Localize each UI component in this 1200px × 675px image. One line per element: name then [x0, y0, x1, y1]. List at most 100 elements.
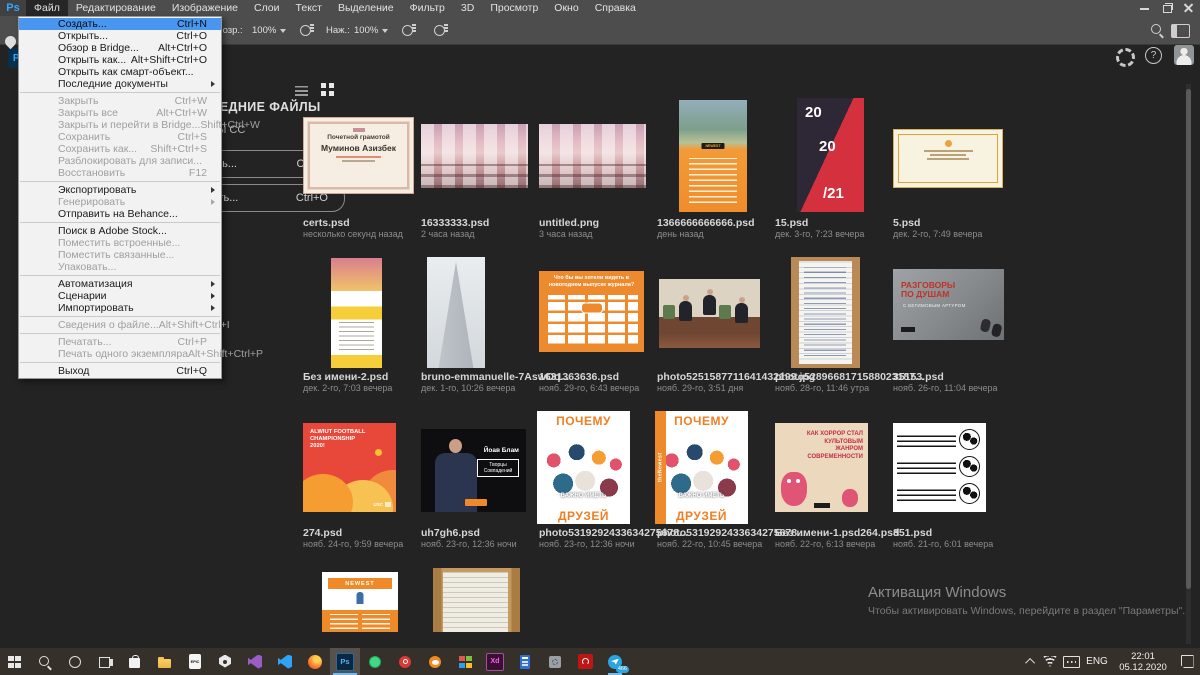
blender-icon[interactable]: [420, 648, 450, 675]
file-thumbnail[interactable]: [893, 423, 986, 512]
menu-item[interactable]: Открыть... Ctrl+O: [19, 30, 221, 42]
file-thumbnail[interactable]: ALWIUT FOOTBALL CHAMPIONSHIP 2020! USC: [303, 423, 396, 512]
menu-item[interactable]: Отправить на Behance...: [19, 208, 221, 220]
task-view-icon[interactable]: [90, 648, 120, 675]
menu-item[interactable]: Создать... Ctrl+N: [19, 18, 221, 30]
adobe-xd-icon[interactable]: Xd: [480, 648, 510, 675]
airbrush-icon[interactable]: [298, 22, 314, 38]
calculator-icon[interactable]: [510, 648, 540, 675]
file-thumbnail[interactable]: [421, 124, 528, 188]
menubar-item[interactable]: Файл: [26, 0, 68, 16]
file-name[interactable]: 35153.psd: [893, 371, 944, 383]
tiles-app-icon[interactable]: [450, 648, 480, 675]
file-thumbnail[interactable]: ПОЧЕМУ ВАЖНО ИМЕТЬ ДРУЗЕЙ theNewest: [655, 411, 748, 524]
scrollbar-thumb[interactable]: [1186, 89, 1191, 589]
file-thumbnail[interactable]: Что бы вы хотели видеть в новогоднем вып…: [539, 271, 644, 352]
firefox-icon[interactable]: [300, 648, 330, 675]
epic-games-icon[interactable]: EPIC: [180, 648, 210, 675]
avatar[interactable]: [1174, 45, 1194, 65]
file-name[interactable]: certs.psd: [303, 217, 350, 229]
file-thumbnail[interactable]: [427, 257, 485, 368]
menu-item[interactable]: Импортировать: [19, 302, 221, 314]
workspace-switcher-icon[interactable]: [1171, 24, 1190, 38]
menubar-item[interactable]: Редактирование: [68, 0, 164, 16]
list-view-icon[interactable]: [295, 85, 308, 96]
file-thumbnail[interactable]: ПОЧЕМУ ВАЖНО ИМЕТЬ ДРУЗЕЙ: [537, 411, 630, 524]
airbrush-mode-icon[interactable]: [432, 22, 448, 38]
opacity-dropdown-icon[interactable]: [280, 29, 286, 33]
file-explorer-icon[interactable]: [150, 648, 180, 675]
menu-item[interactable]: Выход Ctrl+Q: [19, 365, 221, 377]
file-thumbnail[interactable]: РАЗГОВОРЫ ПО ДУШАМ С БЕГИМОВЫМ АРТУРОМ: [893, 269, 1004, 340]
menubar-item[interactable]: Фильтр: [402, 0, 453, 16]
file-name[interactable]: uh7gh6.psd: [421, 527, 480, 539]
menu-item[interactable]: Последние документы: [19, 78, 221, 90]
search-icon[interactable]: [30, 648, 60, 675]
tray-chevron-up-icon[interactable]: [1022, 648, 1040, 675]
file-thumbnail[interactable]: NEWEST: [322, 572, 398, 632]
unity-icon[interactable]: [210, 648, 240, 675]
menubar-item[interactable]: Окно: [546, 0, 586, 16]
flow-value[interactable]: 100%: [354, 25, 378, 36]
file-thumbnail[interactable]: [659, 279, 760, 348]
utility-app-icon[interactable]: [540, 648, 570, 675]
restore-icon[interactable]: [1156, 0, 1178, 16]
file-thumbnail[interactable]: [433, 568, 520, 632]
scrollbar[interactable]: [1186, 84, 1191, 644]
start-icon[interactable]: [0, 648, 30, 675]
menubar-item[interactable]: Просмотр: [482, 0, 546, 16]
file-name[interactable]: 16333333.psd: [421, 217, 489, 229]
menu-item[interactable]: Автоматизация: [19, 278, 221, 290]
search-icon[interactable]: [1150, 23, 1164, 37]
file-name[interactable]: untitled.png: [539, 217, 599, 229]
grid-view-icon[interactable]: [321, 83, 334, 96]
file-name[interactable]: 1631363636.psd: [539, 371, 619, 383]
menubar-item[interactable]: 3D: [453, 0, 482, 16]
vscode-icon[interactable]: [270, 648, 300, 675]
minimize-icon[interactable]: [1134, 0, 1156, 16]
opacity-value[interactable]: 100%: [252, 25, 276, 36]
clock[interactable]: 22:01 05.12.2020: [1112, 648, 1174, 675]
menubar-item[interactable]: Текст: [288, 0, 330, 16]
cortana-icon[interactable]: [60, 648, 90, 675]
file-thumbnail[interactable]: NEWEST: [679, 100, 747, 212]
file-thumbnail[interactable]: [791, 257, 860, 368]
language-indicator[interactable]: ENG: [1082, 648, 1112, 675]
file-thumbnail[interactable]: [893, 129, 1003, 188]
file-thumbnail[interactable]: Йоав Блам Творцы Совпадений: [421, 429, 526, 512]
acrobat-icon[interactable]: [570, 648, 600, 675]
pen-pressure-icon[interactable]: [400, 22, 416, 38]
file-name[interactable]: 1366666666666.psd: [657, 217, 755, 229]
file-name[interactable]: 274.psd: [303, 527, 342, 539]
file-name[interactable]: 5.psd: [893, 217, 920, 229]
store-icon[interactable]: [120, 648, 150, 675]
close-icon[interactable]: [1178, 0, 1200, 16]
red-app-icon[interactable]: [390, 648, 420, 675]
menubar-item[interactable]: Выделение: [330, 0, 402, 16]
menu-item[interactable]: Экспортировать: [19, 184, 221, 196]
gear-icon[interactable]: [1116, 48, 1135, 67]
menu-item[interactable]: Поиск в Adobe Stock...: [19, 225, 221, 237]
file-thumbnail[interactable]: [539, 124, 646, 188]
telegram-icon[interactable]: 466: [600, 648, 630, 675]
notification-center-icon[interactable]: [1174, 648, 1200, 675]
menu-item[interactable]: Сценарии: [19, 290, 221, 302]
visual-studio-icon[interactable]: [240, 648, 270, 675]
file-name[interactable]: 15.psd: [775, 217, 808, 229]
wifi-icon[interactable]: [1040, 648, 1060, 675]
menubar-item[interactable]: Справка: [587, 0, 644, 16]
help-icon[interactable]: ?: [1145, 47, 1162, 64]
flow-dropdown-icon[interactable]: [382, 29, 388, 33]
menubar-item[interactable]: Изображение: [164, 0, 246, 16]
file-thumbnail[interactable]: КАК ХОРРОР СТАЛ КУЛЬТОВЫМ ЖАНРОМ СОВРЕМЕ…: [775, 423, 868, 512]
photoshop-icon[interactable]: Ps: [330, 648, 360, 675]
file-name[interactable]: Без имени-1.psd264.psd: [775, 527, 899, 539]
touch-keyboard-icon[interactable]: [1060, 648, 1082, 675]
file-thumbnail[interactable]: 20 20 /21: [797, 98, 864, 212]
menu-item[interactable]: Обзор в Bridge... Alt+Ctrl+O: [19, 42, 221, 54]
file-name[interactable]: 351.psd: [893, 527, 932, 539]
android-studio-icon[interactable]: [360, 648, 390, 675]
menu-item[interactable]: Открыть как... Alt+Shift+Ctrl+O: [19, 54, 221, 66]
menubar-item[interactable]: Слои: [246, 0, 288, 16]
menu-item[interactable]: Открыть как смарт-объект...: [19, 66, 221, 78]
